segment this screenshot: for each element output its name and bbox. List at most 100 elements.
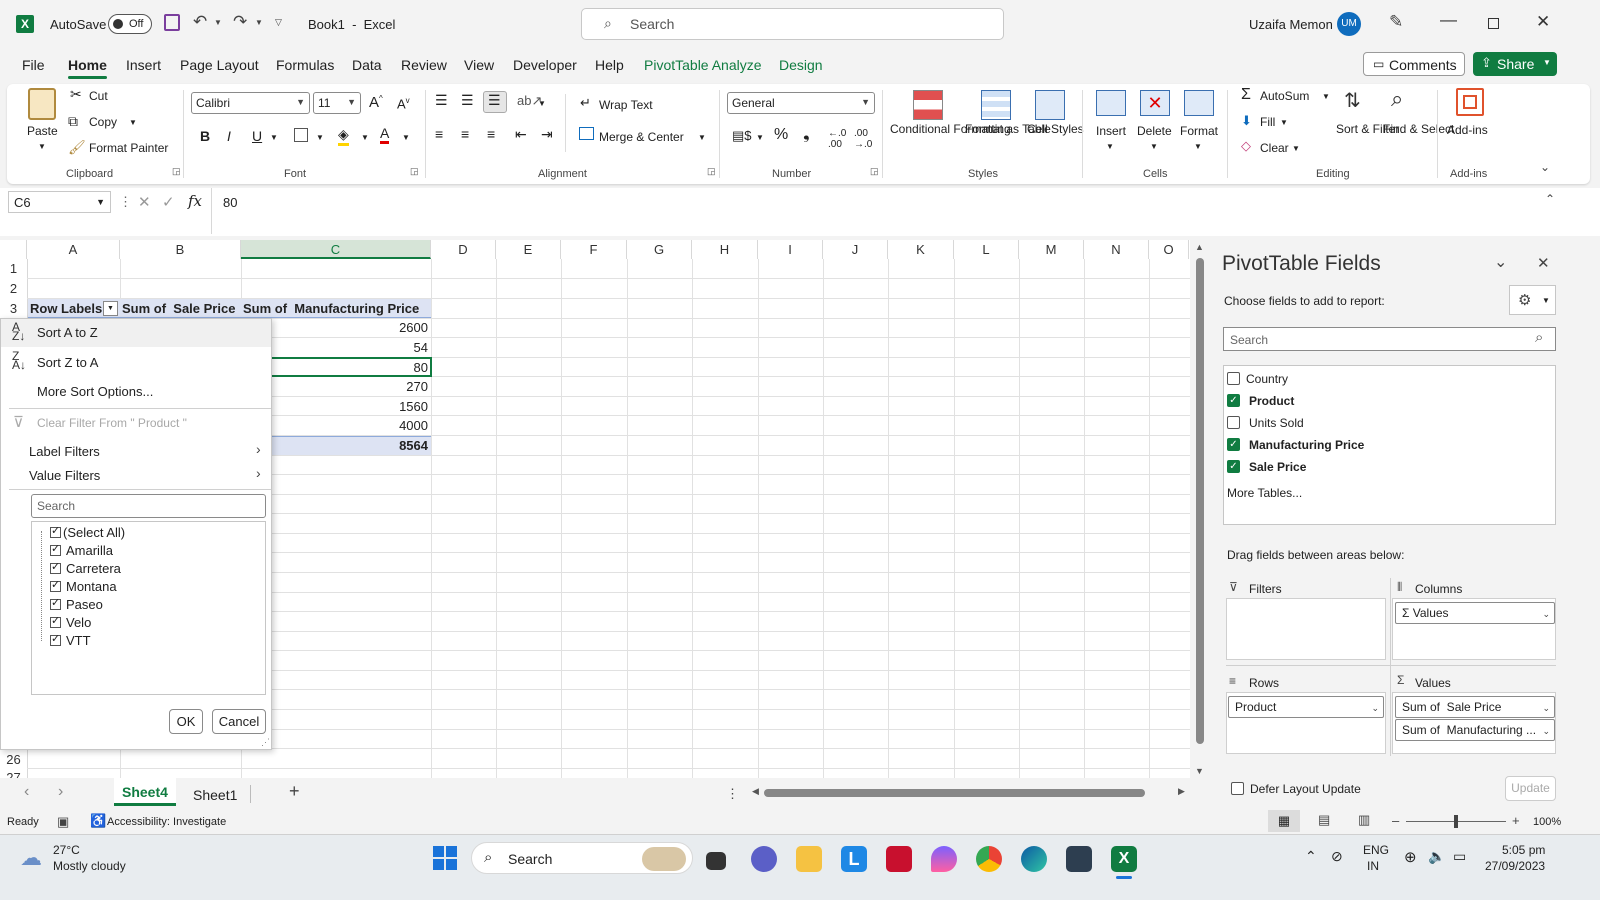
paste-button[interactable]: Paste (27, 124, 58, 138)
tab-data[interactable]: Data (352, 57, 382, 73)
column-header-j[interactable]: J (823, 240, 888, 259)
tab-review[interactable]: Review (401, 57, 447, 73)
resize-handle-icon[interactable]: ⋰ (261, 737, 270, 748)
defer-layout-label[interactable]: Defer Layout Update (1250, 782, 1361, 796)
list-item[interactable]: Velo (66, 615, 91, 630)
format-as-table-button[interactable]: Format as Table (965, 122, 1051, 137)
accessibility-status[interactable]: Accessibility: Investigate (107, 816, 226, 828)
align-left-icon[interactable]: ≡ (435, 126, 443, 142)
column-header-h[interactable]: H (692, 240, 758, 259)
scroll-down-icon[interactable]: ▼ (1195, 766, 1204, 776)
tab-formulas[interactable]: Formulas (276, 57, 334, 73)
column-header-l[interactable]: L (954, 240, 1019, 259)
delete-dropdown-icon[interactable]: ▼ (1150, 142, 1158, 151)
field-list-settings-button[interactable]: ⚙ ▼ (1509, 285, 1556, 315)
app-l-icon[interactable]: L (841, 846, 867, 872)
battery-icon[interactable]: ▭ (1453, 848, 1466, 865)
increase-decimal-icon[interactable]: ←.0.00 (828, 128, 846, 150)
align-center-icon[interactable]: ≡ (461, 126, 469, 142)
confirm-entry-icon[interactable]: ✓ (162, 193, 175, 211)
value-filters-item[interactable]: Value Filters (29, 468, 100, 483)
language-eng[interactable]: ENG (1363, 843, 1389, 857)
column-header-f[interactable]: F (561, 240, 627, 259)
table-cell[interactable]: 270 (406, 379, 428, 394)
paste-icon[interactable] (28, 88, 56, 120)
restore-icon[interactable] (1488, 18, 1499, 29)
tab-view[interactable]: View (464, 57, 494, 73)
show-hidden-icons[interactable]: ⌃ (1305, 848, 1317, 865)
sheet-tab-sheet1[interactable]: Sheet1 (193, 787, 237, 803)
filter-search-input[interactable]: Search (31, 494, 266, 518)
field-manufacturing-price[interactable]: Manufacturing Price (1249, 438, 1364, 452)
column-header-m[interactable]: M (1019, 240, 1084, 259)
vertical-scrollbar[interactable]: ▲ ▼ (1190, 240, 1210, 778)
chat-icon[interactable] (751, 846, 777, 872)
addins-button[interactable]: Add-ins (1447, 123, 1488, 137)
clear-button[interactable]: Clear (1260, 141, 1289, 155)
align-right-icon[interactable]: ≡ (487, 126, 495, 142)
font-launcher-icon[interactable]: ◲ (410, 166, 419, 177)
undo-icon[interactable]: ↶ (193, 12, 207, 32)
language-in[interactable]: IN (1367, 859, 1379, 873)
tab-file[interactable]: File (22, 57, 45, 73)
font-color-icon[interactable]: A (380, 125, 390, 144)
horizontal-scrollbar[interactable]: ◀ ▶ (750, 786, 1190, 800)
bold-button[interactable]: B (200, 128, 210, 144)
row-header-2[interactable]: 2 (0, 281, 27, 296)
align-bottom-icon[interactable]: ☰ (483, 91, 507, 113)
weather-condition[interactable]: Mostly cloudy (53, 859, 126, 873)
customize-qat-icon[interactable]: ▽ (275, 17, 282, 28)
item-checkbox[interactable] (50, 614, 61, 628)
collapse-ribbon-icon[interactable]: ⌄ (1540, 160, 1550, 174)
tab-page-layout[interactable]: Page Layout (180, 57, 259, 73)
row-header-27[interactable]: 27 (0, 770, 27, 778)
zoom-slider-thumb[interactable] (1454, 815, 1458, 828)
font-name-dropdown[interactable]: Calibri ▼ (191, 92, 310, 114)
item-checkbox[interactable] (50, 542, 61, 556)
formula-input[interactable]: 80 (223, 195, 237, 210)
borders-dropdown-icon[interactable]: ▼ (316, 133, 324, 142)
copy-button[interactable]: Copy (89, 115, 117, 129)
list-item[interactable]: Carretera (66, 561, 121, 576)
align-middle-icon[interactable]: ☰ (461, 92, 474, 109)
avatar[interactable]: UM (1337, 12, 1361, 36)
user-name[interactable]: Uzaifa Memon (1249, 17, 1333, 32)
normal-view-button[interactable]: ▦ (1268, 810, 1300, 832)
chrome-icon[interactable] (976, 846, 1002, 872)
font-color-dropdown-icon[interactable]: ▼ (402, 133, 410, 142)
clear-dropdown-icon[interactable]: ▼ (1292, 144, 1300, 153)
rows-product-field[interactable]: Product ⌄ (1228, 696, 1384, 718)
find-select-button[interactable]: Find & Select (1383, 122, 1454, 137)
scroll-left-icon[interactable]: ◀ (752, 786, 759, 797)
redo-icon[interactable]: ↷ (233, 12, 247, 32)
list-item[interactable]: VTT (66, 633, 91, 648)
tab-pivottable-analyze[interactable]: PivotTable Analyze (644, 57, 762, 73)
pen-icon[interactable]: ✎ (1389, 12, 1403, 32)
item-checkbox[interactable] (50, 578, 61, 592)
fill-button[interactable]: Fill (1260, 115, 1275, 129)
sheet-tab-sheet4[interactable]: Sheet4 (114, 778, 176, 806)
mcafee-icon[interactable] (886, 846, 912, 872)
clipboard-launcher-icon[interactable]: ◲ (172, 166, 181, 177)
autosave-toggle[interactable]: Off (108, 14, 152, 34)
list-item[interactable]: Paseo (66, 597, 103, 612)
update-button[interactable]: Update (1505, 776, 1556, 801)
table-cell[interactable]: 54 (414, 340, 428, 355)
more-sort-options-item[interactable]: More Sort Options... (37, 384, 153, 399)
select-all-corner[interactable] (0, 240, 27, 259)
column-header-e[interactable]: E (496, 240, 561, 259)
wrap-text-button[interactable]: Wrap Text (599, 98, 653, 112)
close-icon[interactable]: ✕ (1536, 12, 1550, 32)
field-checkbox-units-sold[interactable] (1227, 416, 1240, 429)
scroll-right-icon[interactable]: ▶ (1178, 786, 1185, 797)
cut-button[interactable]: Cut (89, 89, 108, 103)
cancel-button[interactable]: Cancel (212, 709, 266, 734)
format-painter-button[interactable]: Format Painter (89, 141, 168, 155)
filters-area[interactable] (1226, 598, 1386, 660)
decrease-font-icon[interactable]: Av (397, 96, 410, 111)
select-all-checkbox[interactable] (50, 524, 61, 538)
expand-formula-icon[interactable]: ⌃ (1545, 192, 1555, 206)
add-sheet-icon[interactable]: + (289, 781, 300, 802)
list-item[interactable]: Amarilla (66, 543, 113, 558)
columns-values-field[interactable]: Σ Values ⌄ (1395, 602, 1555, 624)
